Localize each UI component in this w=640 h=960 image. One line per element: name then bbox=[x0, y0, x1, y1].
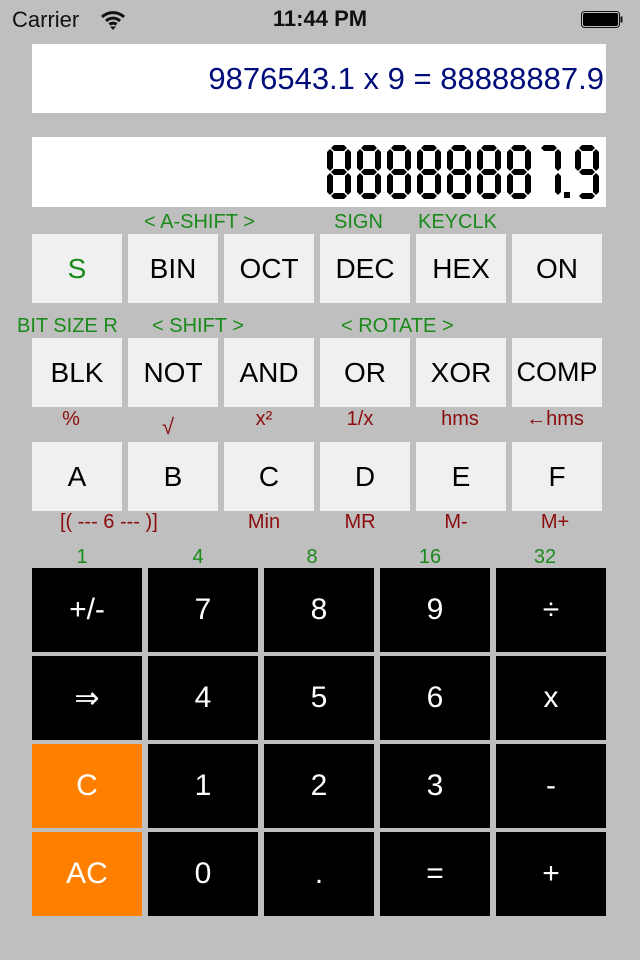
digit-3-button[interactable]: 3 bbox=[380, 744, 490, 828]
lcd-digit bbox=[507, 145, 531, 199]
lcd-display bbox=[32, 137, 606, 207]
status-time: 11:44 PM bbox=[272, 6, 368, 31]
comp-button[interactable]: COMP bbox=[512, 338, 602, 407]
plus-minus-button[interactable]: +/- bbox=[32, 568, 142, 652]
label-memory-minus: M- bbox=[444, 511, 468, 533]
label-to-hms: ←hms bbox=[526, 408, 584, 430]
bin-button[interactable]: BIN bbox=[128, 234, 218, 303]
label-memory-plus: M+ bbox=[540, 511, 570, 533]
label-bit-size-1: 1 bbox=[76, 546, 88, 568]
digit-8-button[interactable]: 8 bbox=[264, 568, 374, 652]
lcd-seven-segment-value bbox=[327, 145, 599, 199]
decimal-point-button[interactable]: . bbox=[264, 832, 374, 916]
hex-button[interactable]: HEX bbox=[416, 234, 506, 303]
label-rotate: < ROTATE > bbox=[341, 315, 454, 337]
label-bit-size-16: 16 bbox=[418, 546, 442, 568]
lcd-digit bbox=[541, 145, 561, 195]
label-bit-size-32: 32 bbox=[533, 546, 557, 568]
label-bit-size-r: BIT SIZE R bbox=[17, 315, 118, 337]
label-keyclk: KEYCLK bbox=[418, 211, 497, 233]
shift-arrow-button[interactable]: ⇒ bbox=[32, 656, 142, 740]
lcd-digit bbox=[447, 145, 471, 199]
hex-f-button[interactable]: F bbox=[512, 442, 602, 511]
s-button[interactable]: S bbox=[32, 234, 122, 303]
lcd-digit bbox=[327, 145, 351, 199]
equals-button[interactable]: = bbox=[380, 832, 490, 916]
lcd-decimal-point bbox=[564, 192, 570, 198]
label-reciprocal: 1/x bbox=[346, 408, 374, 430]
or-button[interactable]: OR bbox=[320, 338, 410, 407]
label-x-squared: x² bbox=[255, 408, 273, 430]
lcd-digit bbox=[357, 145, 381, 199]
label-memory-recall: MR bbox=[344, 511, 376, 533]
hex-c-button[interactable]: C bbox=[224, 442, 314, 511]
oct-button[interactable]: OCT bbox=[224, 234, 314, 303]
label-sqrt: √ bbox=[161, 414, 175, 439]
hex-a-button[interactable]: A bbox=[32, 442, 122, 511]
lcd-digit bbox=[575, 145, 599, 199]
battery-full-icon bbox=[581, 11, 623, 28]
digit-7-button[interactable]: 7 bbox=[148, 568, 258, 652]
lcd-digit bbox=[417, 145, 441, 199]
digit-6-button[interactable]: 6 bbox=[380, 656, 490, 740]
subtract-button[interactable]: - bbox=[496, 744, 606, 828]
hex-d-button[interactable]: D bbox=[320, 442, 410, 511]
digit-1-button[interactable]: 1 bbox=[148, 744, 258, 828]
label-bit-size-4: 4 bbox=[192, 546, 204, 568]
blk-button[interactable]: BLK bbox=[32, 338, 122, 407]
lcd-digit bbox=[387, 145, 411, 199]
clear-button[interactable]: C bbox=[32, 744, 142, 828]
label-parentheses: [( --- 6 --- )] bbox=[60, 511, 158, 533]
digit-2-button[interactable]: 2 bbox=[264, 744, 374, 828]
status-bar: Carrier 11:44 PM bbox=[0, 0, 640, 40]
lcd-digit bbox=[477, 145, 501, 199]
label-hms: hms bbox=[441, 408, 479, 430]
label-percent: % bbox=[62, 408, 80, 430]
expression-display: 9876543.1 x 9 = 88888887.9 bbox=[32, 44, 606, 113]
digit-9-button[interactable]: 9 bbox=[380, 568, 490, 652]
dec-button[interactable]: DEC bbox=[320, 234, 410, 303]
all-clear-button[interactable]: AC bbox=[32, 832, 142, 916]
digit-5-button[interactable]: 5 bbox=[264, 656, 374, 740]
not-button[interactable]: NOT bbox=[128, 338, 218, 407]
multiply-button[interactable]: x bbox=[496, 656, 606, 740]
digit-0-button[interactable]: 0 bbox=[148, 832, 258, 916]
label-shift: < SHIFT > bbox=[152, 315, 244, 337]
expression-text: 9876543.1 x 9 = 88888887.9 bbox=[208, 60, 604, 96]
xor-button[interactable]: XOR bbox=[416, 338, 506, 407]
and-button[interactable]: AND bbox=[224, 338, 314, 407]
label-memory-in: Min bbox=[247, 511, 281, 533]
hex-b-button[interactable]: B bbox=[128, 442, 218, 511]
label-bit-size-8: 8 bbox=[306, 546, 318, 568]
divide-button[interactable]: ÷ bbox=[496, 568, 606, 652]
on-button[interactable]: ON bbox=[512, 234, 602, 303]
hex-e-button[interactable]: E bbox=[416, 442, 506, 511]
label-a-shift: < A-SHIFT > bbox=[144, 211, 255, 233]
label-sign: SIGN bbox=[334, 211, 383, 233]
add-button[interactable]: + bbox=[496, 832, 606, 916]
digit-4-button[interactable]: 4 bbox=[148, 656, 258, 740]
